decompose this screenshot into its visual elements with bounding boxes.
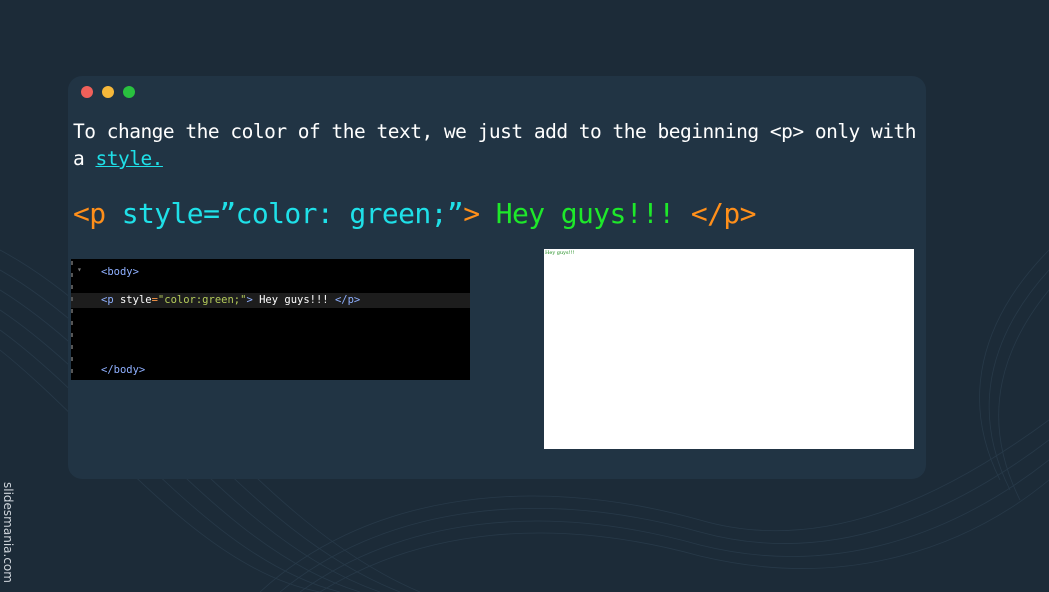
close-dot-icon[interactable] xyxy=(81,86,93,98)
editor-line-p: <p style="color:green;"> Hey guys!!! </p… xyxy=(101,294,361,306)
window-controls xyxy=(81,86,135,98)
code-close-bracket: > xyxy=(463,197,480,230)
editor-line-body-close: </body> xyxy=(101,364,146,376)
code-attr-name: style= xyxy=(121,197,220,230)
code-window: To change the color of the text, we just… xyxy=(68,76,926,479)
editor-line-body-open: <body> xyxy=(101,266,139,278)
minimize-dot-icon[interactable] xyxy=(102,86,114,98)
code-example-line: <p style=”color: green;”> Hey guys!!! </… xyxy=(73,194,756,234)
credit-text: slidesmania.com xyxy=(1,482,15,583)
maximize-dot-icon[interactable] xyxy=(123,86,135,98)
code-attr-value: ”color: green;” xyxy=(219,197,464,230)
code-content: Hey guys!!! xyxy=(479,197,691,230)
code-open-tag: <p xyxy=(73,197,122,230)
editor-gutter xyxy=(71,259,77,380)
fold-arrow-icon[interactable]: ▾ xyxy=(77,265,82,274)
preview-text: Hey guys!!! xyxy=(545,250,575,256)
style-link[interactable]: style. xyxy=(95,147,163,170)
intro-text: To change the color of the text, we just… xyxy=(73,120,917,170)
browser-preview: Hey guys!!! xyxy=(544,249,914,449)
intro-paragraph: To change the color of the text, we just… xyxy=(73,118,918,172)
code-editor-screenshot: ▾ <body> <p style="color:green;"> Hey gu… xyxy=(71,259,470,380)
code-end-tag: </p> xyxy=(690,197,757,230)
